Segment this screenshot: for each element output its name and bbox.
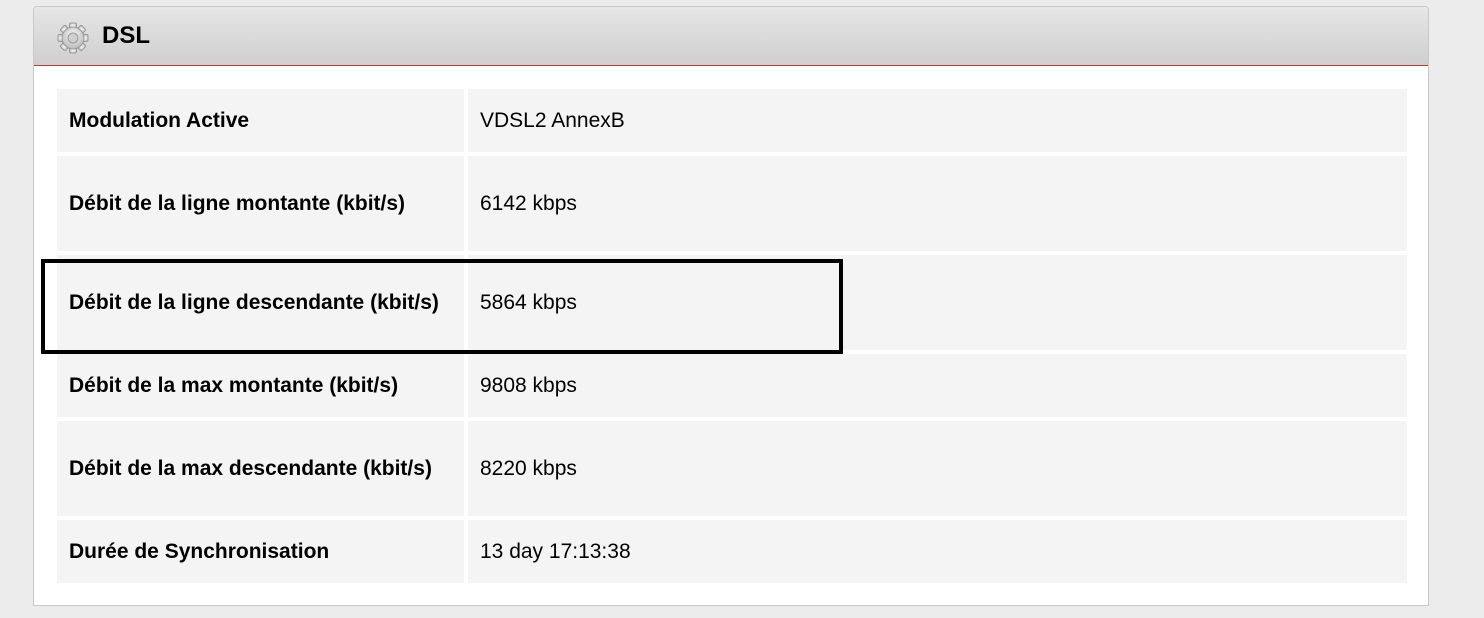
table-row: Débit de la ligne descendante (kbit/s) 5… (57, 255, 1407, 350)
row-label-max-upstream: Débit de la max montante (kbit/s) (57, 354, 464, 417)
row-value-modulation: VDSL2 AnnexB (468, 89, 1407, 152)
table-row: Durée de Synchronisation 13 day 17:13:38 (57, 520, 1407, 583)
panel-title: DSL (102, 22, 150, 49)
dsl-info-table: Modulation Active VDSL2 AnnexB Débit de … (53, 85, 1411, 587)
panel-header: DSL (34, 7, 1428, 66)
row-value-sync-duration: 13 day 17:13:38 (468, 520, 1407, 583)
row-value-max-upstream: 9808 kbps (468, 354, 1407, 417)
row-value-max-downstream: 8220 kbps (468, 421, 1407, 516)
row-label-sync-duration: Durée de Synchronisation (57, 520, 464, 583)
row-label-modulation: Modulation Active (57, 89, 464, 152)
row-label-downstream-rate: Débit de la ligne descendante (kbit/s) (57, 255, 464, 350)
row-value-downstream-rate: 5864 kbps (468, 255, 1407, 350)
gear-icon (57, 22, 89, 54)
table-row: Modulation Active VDSL2 AnnexB (57, 89, 1407, 152)
row-label-upstream-rate: Débit de la ligne montante (kbit/s) (57, 156, 464, 251)
row-value-upstream-rate: 6142 kbps (468, 156, 1407, 251)
table-row: Débit de la max descendante (kbit/s) 822… (57, 421, 1407, 516)
dsl-panel: DSL Modulation Active VDSL2 AnnexB Débit… (33, 6, 1429, 606)
row-label-max-downstream: Débit de la max descendante (kbit/s) (57, 421, 464, 516)
table-row: Débit de la ligne montante (kbit/s) 6142… (57, 156, 1407, 251)
table-row: Débit de la max montante (kbit/s) 9808 k… (57, 354, 1407, 417)
